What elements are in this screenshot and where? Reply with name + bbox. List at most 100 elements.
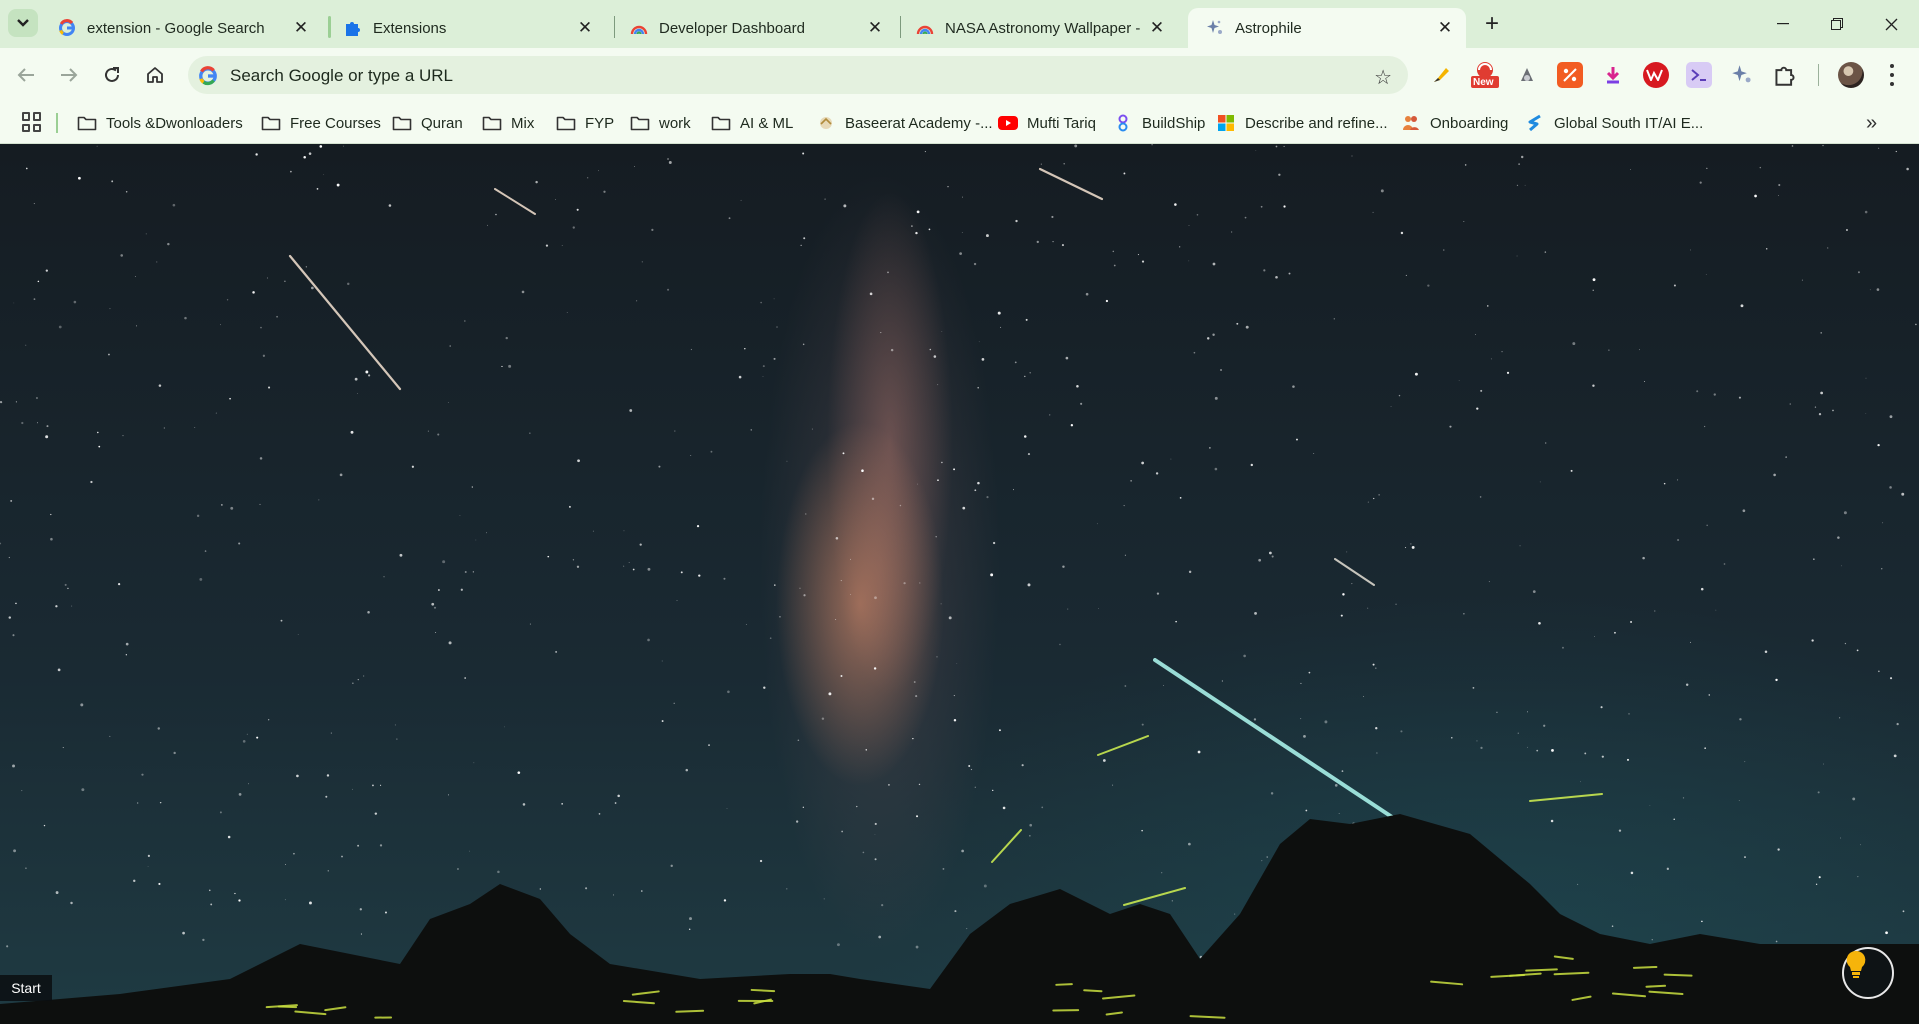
bookmark-item[interactable]: AI & ML — [711, 110, 793, 136]
restore-button[interactable] — [1814, 8, 1860, 40]
tab-developer-dashboard[interactable]: Developer Dashboard ✕ — [612, 8, 896, 48]
bookmark-item[interactable]: BuildShip — [1113, 110, 1205, 136]
youtube-icon — [998, 114, 1018, 132]
academy-icon — [816, 114, 836, 132]
folder-icon — [630, 114, 650, 132]
close-window-button[interactable] — [1868, 8, 1914, 40]
bookmark-item[interactable]: Free Courses — [261, 110, 381, 136]
bookmark-item[interactable]: Tools &Dwonloaders — [77, 110, 243, 136]
buildship-icon — [1113, 114, 1133, 132]
new-badge: New — [1473, 77, 1494, 88]
bookmark-item[interactable]: Mufti Tariq — [998, 110, 1096, 136]
bookmark-item[interactable]: Quran — [392, 110, 463, 136]
bookmark-label: Mufti Tariq — [1027, 114, 1096, 132]
folder-icon — [482, 114, 502, 132]
bookmarks-bar: Tools &Dwonloaders Free Courses Quran Mix FY… — [0, 102, 1919, 144]
back-arrow-icon — [17, 68, 34, 82]
rainbow-icon — [916, 19, 934, 37]
back-button[interactable] — [11, 60, 41, 90]
rainbow-icon — [630, 19, 648, 37]
bookmark-label: Tools &Dwonloaders — [106, 114, 243, 132]
bookmark-label: BuildShip — [1142, 114, 1206, 132]
bookmark-label: FYP — [585, 114, 615, 132]
astrophile-wallpaper-page: Start — [0, 144, 1919, 1024]
people-icon — [1401, 114, 1421, 132]
minimize-icon — [1777, 23, 1789, 25]
sparkle-icon — [1206, 19, 1224, 37]
profile-avatar[interactable] — [1838, 62, 1864, 88]
percent-extension-icon[interactable] — [1557, 62, 1583, 88]
highlighter-extension-icon[interactable] — [1428, 62, 1454, 88]
folder-icon — [711, 114, 731, 132]
tab-title: NASA Astronomy Wallpaper - C — [945, 19, 1142, 37]
more-bookmarks-chevron-icon[interactable]: » — [1866, 112, 1877, 135]
chevron-down-icon — [17, 19, 29, 27]
tab-astrophile[interactable]: Astrophile ✕ — [1188, 8, 1466, 48]
bookmark-label: AI & ML — [740, 114, 794, 132]
close-icon[interactable]: ✕ — [576, 18, 594, 37]
bookmark-label: work — [659, 114, 691, 132]
forward-button[interactable] — [54, 60, 84, 90]
bookmark-label: Describe and refine... — [1245, 114, 1388, 132]
tab-title: extension - Google Search — [87, 19, 265, 37]
extensions-puzzle-icon[interactable] — [1772, 62, 1798, 88]
bookmark-item[interactable]: Mix — [482, 110, 534, 136]
astrophile-extension-icon[interactable] — [1729, 62, 1755, 88]
toolbar: Search Google or type a URL ☆ New — [0, 48, 1919, 102]
bookmark-item[interactable]: Global South IT/AI E... — [1525, 110, 1703, 136]
bookmarks-separator — [56, 113, 58, 133]
reload-button[interactable] — [97, 60, 127, 90]
bookmark-label: Quran — [421, 114, 463, 132]
address-bar[interactable]: Search Google or type a URL ☆ — [188, 56, 1408, 94]
tab-strip: extension - Google Search ✕ Extensions ✕… — [0, 0, 1919, 48]
tab-title: Astrophile — [1235, 19, 1302, 37]
ai-assistant-extension-icon[interactable] — [1686, 62, 1712, 88]
tab-nasa-wallpaper[interactable]: NASA Astronomy Wallpaper - C ✕ — [898, 8, 1178, 48]
inkpot-extension-icon[interactable] — [1514, 62, 1540, 88]
tab-extension-search[interactable]: extension - Google Search ✕ — [40, 8, 322, 48]
vw-extension-icon[interactable] — [1643, 62, 1669, 88]
close-icon[interactable]: ✕ — [1436, 18, 1454, 37]
bookmark-label: Baseerat Academy -... — [845, 114, 993, 132]
reload-icon — [105, 67, 119, 82]
bookmark-star-icon[interactable]: ☆ — [1374, 65, 1392, 90]
bookmark-item[interactable]: FYP — [556, 110, 614, 136]
lightbulb-icon — [1846, 950, 1866, 978]
minimize-button[interactable] — [1760, 8, 1806, 40]
bookmark-item[interactable]: Describe and refine... — [1216, 110, 1388, 136]
bookmark-label: Free Courses — [290, 114, 381, 132]
start-button[interactable]: Start — [0, 975, 52, 1001]
bookmark-label: Onboarding — [1430, 114, 1509, 132]
tab-search-button[interactable] — [8, 9, 38, 37]
new-badge-extension-icon[interactable]: New — [1470, 62, 1500, 88]
new-tab-button[interactable]: + — [1478, 10, 1506, 38]
close-icon[interactable]: ✕ — [1148, 18, 1166, 37]
apps-grid-icon[interactable] — [22, 112, 42, 132]
restore-icon — [1831, 18, 1843, 30]
google-icon — [58, 19, 76, 37]
home-icon — [147, 67, 163, 83]
bookmark-item[interactable]: work — [630, 110, 691, 136]
lightbulb-button[interactable] — [1842, 947, 1894, 999]
browser-menu-button[interactable] — [1884, 62, 1900, 88]
folder-icon — [556, 114, 576, 132]
tab-extensions[interactable]: Extensions ✕ — [326, 8, 606, 48]
bookmark-item[interactable]: Onboarding — [1401, 110, 1508, 136]
bookmark-label: Global South IT/AI E... — [1554, 114, 1704, 132]
bookmark-item[interactable]: Baseerat Academy -... — [816, 110, 993, 136]
tab-title: Developer Dashboard — [659, 19, 805, 37]
close-icon — [1885, 18, 1897, 30]
night-sky-image — [0, 144, 1919, 1024]
home-button[interactable] — [140, 60, 170, 90]
global-south-icon — [1525, 114, 1545, 132]
address-bar-placeholder: Search Google or type a URL — [230, 66, 454, 85]
forward-arrow-icon — [61, 68, 78, 82]
microsoft-icon — [1216, 114, 1236, 132]
download-extension-icon[interactable] — [1600, 62, 1626, 88]
close-icon[interactable]: ✕ — [292, 18, 310, 37]
plus-icon: + — [1484, 10, 1499, 37]
folder-icon — [261, 114, 281, 132]
folder-icon — [392, 114, 412, 132]
close-icon[interactable]: ✕ — [866, 18, 884, 37]
google-icon — [198, 66, 218, 86]
